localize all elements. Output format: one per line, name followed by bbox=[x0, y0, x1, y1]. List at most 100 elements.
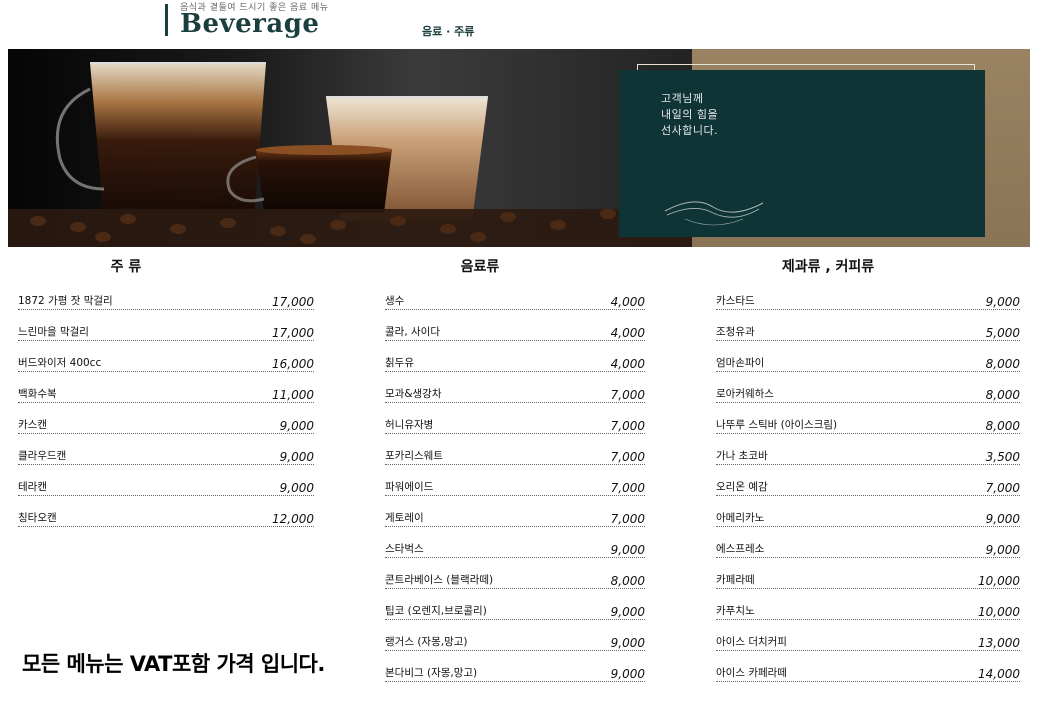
page-title: Beverage bbox=[180, 9, 320, 39]
menu-row: 클라우드캔 9,000 bbox=[18, 446, 314, 465]
item-price: 7,000 bbox=[985, 481, 1020, 495]
item-name: 포카리스웨트 bbox=[385, 450, 443, 462]
item-name: 로아커웨하스 bbox=[716, 388, 774, 400]
item-name: 생수 bbox=[385, 295, 405, 307]
item-price: 14,000 bbox=[978, 667, 1020, 681]
banner-message-line: 고객님께 bbox=[661, 92, 704, 105]
item-name: 모과&생강차 bbox=[385, 388, 442, 400]
item-name: 콜라, 사이다 bbox=[385, 326, 440, 338]
item-price: 3,500 bbox=[985, 450, 1020, 464]
item-price: 9,000 bbox=[985, 295, 1020, 309]
item-price: 8,000 bbox=[985, 419, 1020, 433]
coffee-photo bbox=[8, 49, 692, 247]
coffee-cups-illustration bbox=[8, 62, 692, 247]
item-name: 오리온 예감 bbox=[716, 481, 768, 493]
menu-row: 카스타드 9,000 bbox=[716, 291, 1020, 310]
item-name: 카페라떼 bbox=[716, 574, 755, 586]
menu-row: 엄마손파이 8,000 bbox=[716, 353, 1020, 372]
item-name: 에스프레소 bbox=[716, 543, 765, 555]
menu-row: 콘트라베이스 (블랙라떼) 8,000 bbox=[385, 570, 645, 589]
item-name: 허니유자병 bbox=[385, 419, 434, 431]
item-price: 9,000 bbox=[279, 450, 314, 464]
item-price: 5,000 bbox=[985, 326, 1020, 340]
item-price: 9,000 bbox=[279, 419, 314, 433]
item-price: 9,000 bbox=[610, 667, 645, 681]
item-price: 17,000 bbox=[272, 295, 314, 309]
item-name: 칭타오캔 bbox=[18, 512, 57, 524]
item-price: 9,000 bbox=[610, 636, 645, 650]
item-name: 아메리카노 bbox=[716, 512, 765, 524]
item-name: 아이스 카페라떼 bbox=[716, 667, 787, 679]
club-logo-icon bbox=[664, 201, 764, 226]
menu-row: 테라캔 9,000 bbox=[18, 477, 314, 496]
menu-row: 로아커웨하스 8,000 bbox=[716, 384, 1020, 403]
hero-banner: 고객님께 내일의 힘을 선사합니다. bbox=[8, 49, 1030, 247]
menu-row: 버드와이저 400cc 16,000 bbox=[18, 353, 314, 372]
item-name: 본다비그 (자몽,망고) bbox=[385, 667, 478, 679]
item-name: 파워에이드 bbox=[385, 481, 434, 493]
menu-row: 팁코 (오렌지,브로콜리) 9,000 bbox=[385, 601, 645, 620]
vat-notice: 모든 메뉴는 VAT포함 가격 입니다. bbox=[22, 652, 325, 676]
item-name: 백화수복 bbox=[18, 388, 57, 400]
item-price: 9,000 bbox=[985, 543, 1020, 557]
item-name: 버드와이저 400cc bbox=[18, 357, 102, 369]
item-name: 조청유과 bbox=[716, 326, 755, 338]
item-price: 8,000 bbox=[985, 388, 1020, 402]
item-name: 칡두유 bbox=[385, 357, 414, 369]
menu-row: 콜라, 사이다 4,000 bbox=[385, 322, 645, 341]
banner-message-line: 선사합니다. bbox=[661, 124, 719, 137]
item-price: 7,000 bbox=[610, 388, 645, 402]
item-price: 4,000 bbox=[610, 357, 645, 371]
item-price: 11,000 bbox=[272, 388, 314, 402]
menu-row: 오리온 예감 7,000 bbox=[716, 477, 1020, 496]
item-name: 가나 초코바 bbox=[716, 450, 768, 462]
menu-row: 칭타오캔 12,000 bbox=[18, 508, 314, 527]
item-price: 9,000 bbox=[610, 543, 645, 557]
banner-message: 고객님께 내일의 힘을 선사합니다. bbox=[661, 91, 718, 139]
item-price: 10,000 bbox=[978, 574, 1020, 588]
item-name: 클라우드캔 bbox=[18, 450, 67, 462]
item-name: 카푸치노 bbox=[716, 605, 755, 617]
item-name: 랭거스 (자몽,망고) bbox=[385, 636, 468, 648]
item-name: 스타벅스 bbox=[385, 543, 424, 555]
item-price: 9,000 bbox=[610, 605, 645, 619]
item-price: 8,000 bbox=[985, 357, 1020, 371]
item-price: 7,000 bbox=[610, 512, 645, 526]
menu-row: 게토레이 7,000 bbox=[385, 508, 645, 527]
item-name: 엄마손파이 bbox=[716, 357, 765, 369]
page-title-korean: 음료 · 주류 bbox=[422, 25, 475, 38]
item-name: 팁코 (오렌지,브로콜리) bbox=[385, 605, 487, 617]
menu-row: 포카리스웨트 7,000 bbox=[385, 446, 645, 465]
item-price: 4,000 bbox=[610, 295, 645, 309]
header-accent-bar bbox=[165, 4, 168, 36]
menu-row: 칡두유 4,000 bbox=[385, 353, 645, 372]
item-price: 9,000 bbox=[985, 512, 1020, 526]
menu-row: 카페라떼 10,000 bbox=[716, 570, 1020, 589]
item-name: 1872 가평 잣 막걸리 bbox=[18, 295, 113, 307]
item-name: 느린마을 막걸리 bbox=[18, 326, 89, 338]
item-name: 카스타드 bbox=[716, 295, 755, 307]
item-price: 10,000 bbox=[978, 605, 1020, 619]
menu-row: 에스프레소 9,000 bbox=[716, 539, 1020, 558]
item-name: 게토레이 bbox=[385, 512, 424, 524]
menu-row: 1872 가평 잣 막걸리 17,000 bbox=[18, 291, 314, 310]
menu-row: 조청유과 5,000 bbox=[716, 322, 1020, 341]
item-price: 13,000 bbox=[978, 636, 1020, 650]
item-name: 테라캔 bbox=[18, 481, 47, 493]
item-price: 7,000 bbox=[610, 450, 645, 464]
menu-row: 랭거스 (자몽,망고) 9,000 bbox=[385, 632, 645, 651]
menu-row: 나뚜루 스틱바 (아이스크림) 8,000 bbox=[716, 415, 1020, 434]
menu-row: 아이스 카페라떼 14,000 bbox=[716, 663, 1020, 682]
item-price: 7,000 bbox=[610, 419, 645, 433]
menu-row: 아메리카노 9,000 bbox=[716, 508, 1020, 527]
item-price: 12,000 bbox=[272, 512, 314, 526]
column-title-beverages: 음료류 bbox=[460, 259, 500, 275]
banner-message-line: 내일의 힘을 bbox=[661, 108, 719, 121]
item-name: 콘트라베이스 (블랙라떼) bbox=[385, 574, 494, 586]
banner-message-panel: 고객님께 내일의 힘을 선사합니다. bbox=[619, 70, 985, 237]
item-price: 9,000 bbox=[279, 481, 314, 495]
menu-row: 본다비그 (자몽,망고) 9,000 bbox=[385, 663, 645, 682]
menu-row: 생수 4,000 bbox=[385, 291, 645, 310]
item-price: 17,000 bbox=[272, 326, 314, 340]
item-name: 나뚜루 스틱바 (아이스크림) bbox=[716, 419, 838, 431]
